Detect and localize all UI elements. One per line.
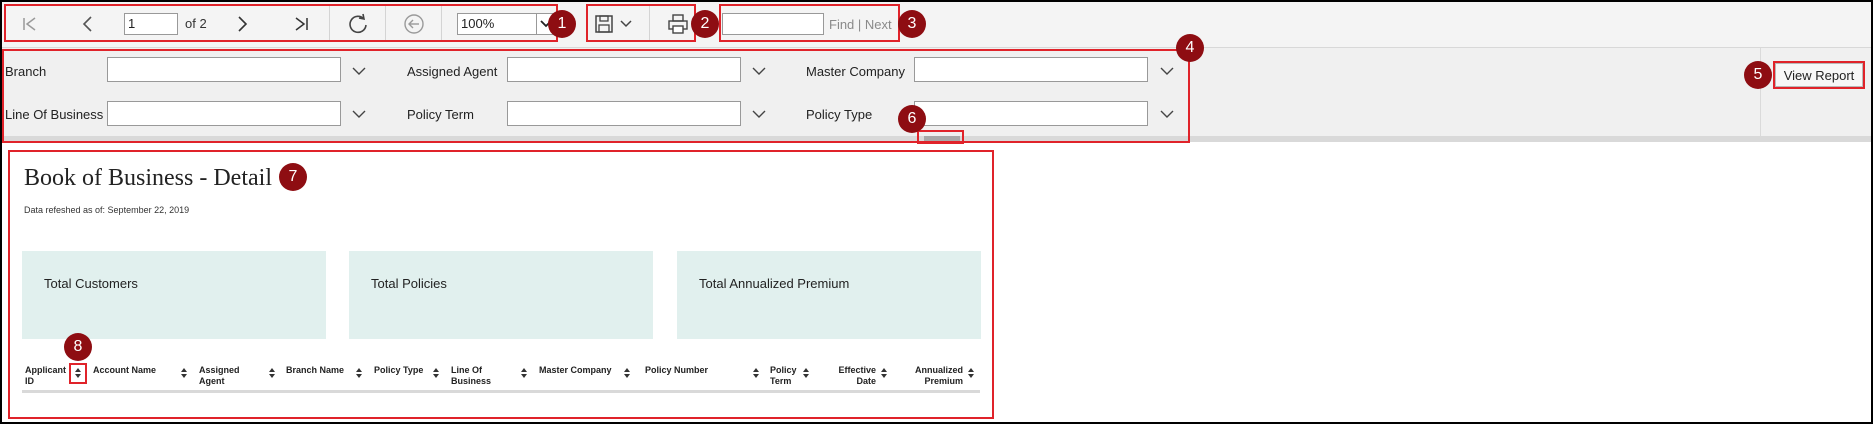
callout-7: 7 [279,163,307,191]
export-group-highlight [586,4,696,42]
callout-2: 2 [691,10,719,38]
view-report-highlight [1773,61,1865,89]
navigation-group-highlight [4,4,558,42]
callout-6: 6 [898,105,926,133]
parameters-highlight [2,49,1190,143]
callout-1: 1 [548,10,576,38]
callout-3: 3 [898,10,926,38]
splitter-highlight [917,130,964,144]
callout-4: 4 [1176,34,1204,62]
report-body-highlight [8,150,994,419]
callout-5: 5 [1744,61,1772,89]
find-group-highlight [719,4,900,42]
